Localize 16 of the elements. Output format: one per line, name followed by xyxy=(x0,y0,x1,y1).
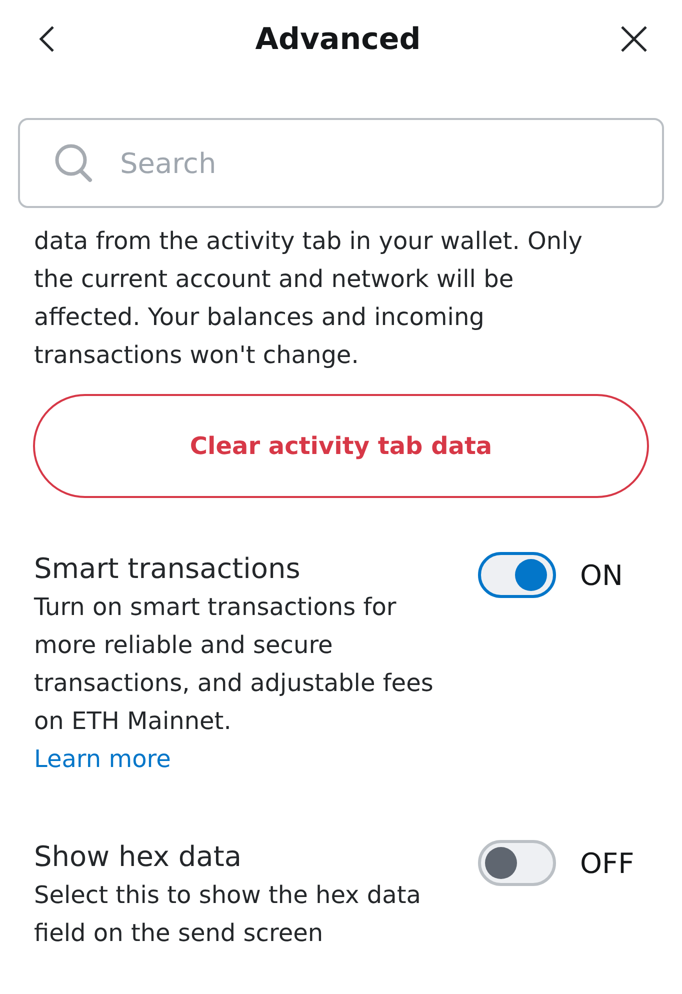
search-icon xyxy=(54,143,94,183)
toggle-state-label: ON xyxy=(580,558,623,592)
learn-more-link[interactable]: Learn more xyxy=(34,740,171,778)
setting-description: Turn on smart transactions for more reliable and secure transactions, and adjustable fees on ETH Mainnet. xyxy=(34,592,434,737)
page-title: Advanced xyxy=(255,22,421,56)
clear-activity-button[interactable]: Clear activity tab data xyxy=(33,394,649,498)
toggle-switch[interactable] xyxy=(478,552,556,598)
setting-title: Show hex data xyxy=(34,839,242,875)
description-text: data from the activity tab in your wallet. Only the current account and network will be affected. Your balances and incoming transactions won't change. xyxy=(34,226,584,371)
close-icon xyxy=(620,25,648,53)
back-icon xyxy=(38,24,56,54)
setting-title: Smart transactions xyxy=(34,551,302,587)
setting-description: Select this to show the hex data field on the send screen xyxy=(34,880,422,949)
toggle-state-label: OFF xyxy=(580,846,634,880)
search-field[interactable]: Search xyxy=(18,118,664,208)
toggle-switch[interactable] xyxy=(478,840,556,886)
